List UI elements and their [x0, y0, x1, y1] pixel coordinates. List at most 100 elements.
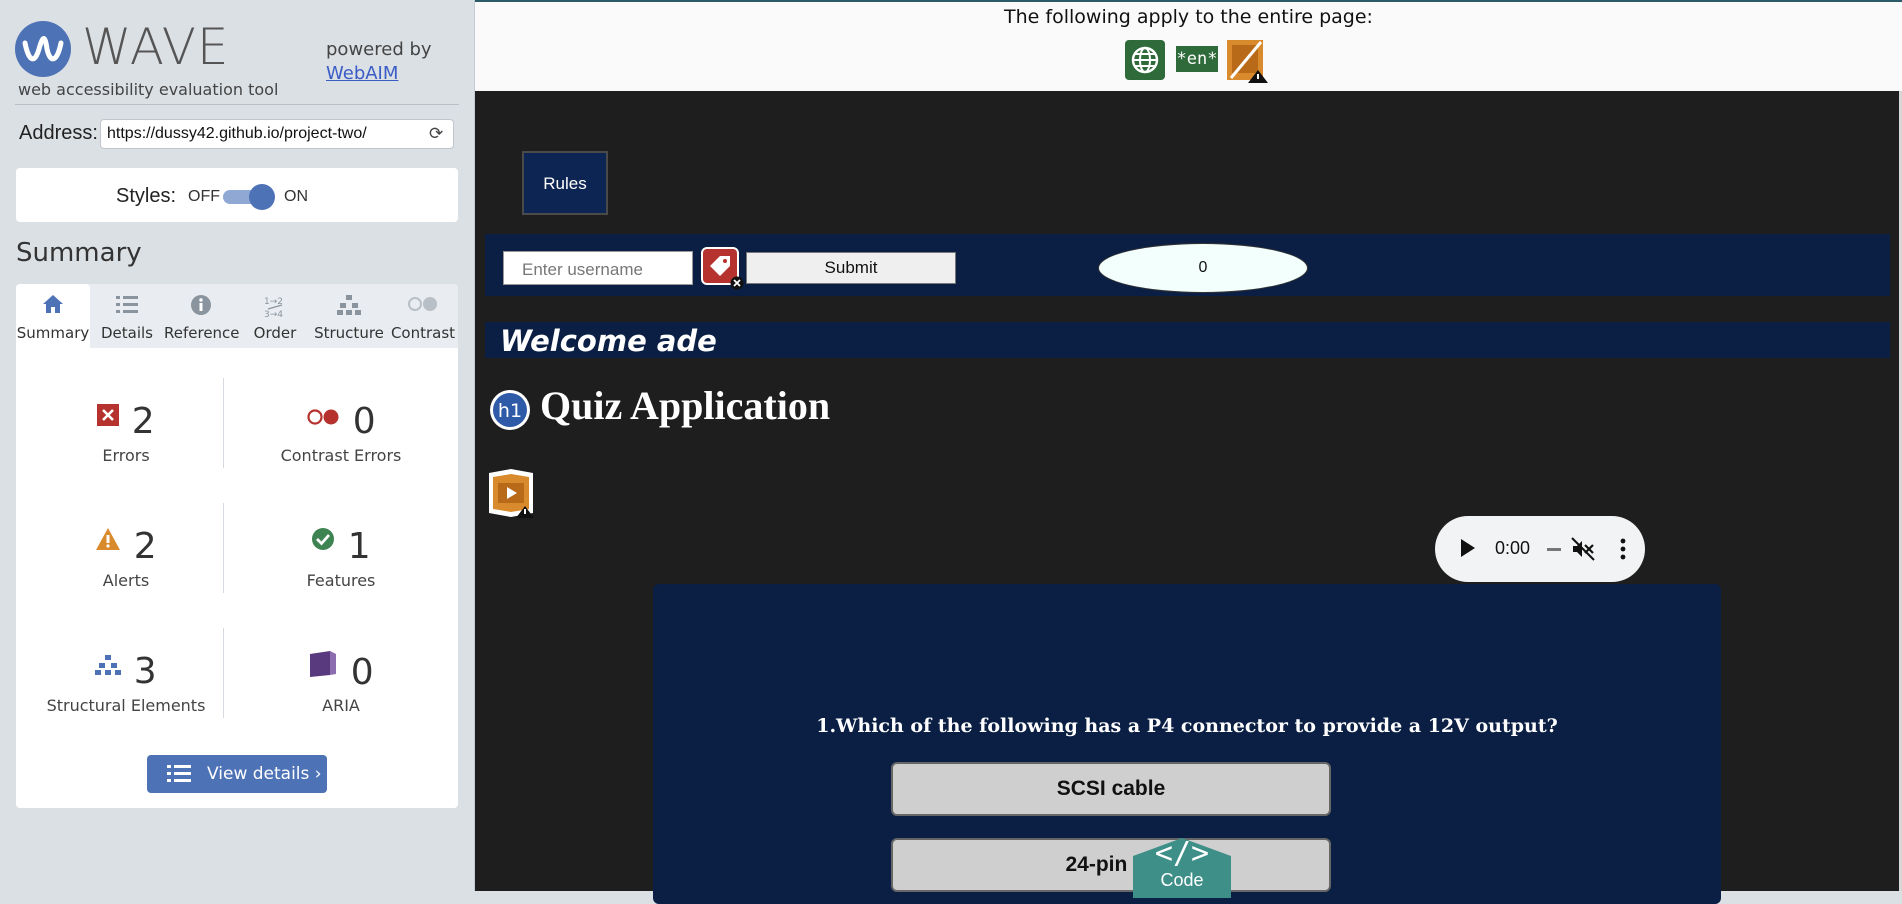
error-icon [97, 400, 120, 444]
structure-icon [312, 294, 386, 318]
stat-contrast-errors[interactable]: 0 Contrast Errors [251, 400, 431, 465]
order-icon: 1→2 3→4 [238, 294, 312, 320]
page-level-bar: The following apply to the entire page: … [475, 0, 1902, 91]
media-alert-icon[interactable] [487, 469, 537, 519]
view-details-button[interactable]: View details › [147, 755, 327, 793]
tab-label: Contrast [390, 324, 456, 342]
page-title: Quiz Application [540, 383, 831, 428]
contrast-errors-count: 0 [352, 401, 376, 442]
stat-structural-elements[interactable]: 3 Structural Elements [36, 650, 216, 715]
code-icon: </> [1154, 836, 1210, 871]
user-bar: Enter username Submit 0 [485, 234, 1890, 296]
errors-label: Errors [102, 446, 150, 465]
contrast-error-icon [306, 400, 340, 444]
wave-sidebar: WAVE web accessibility evaluation tool p… [0, 0, 475, 891]
toggle-knob [249, 184, 275, 210]
tab-reference[interactable]: Reference [164, 284, 240, 348]
language-badge[interactable]: *en* [1176, 46, 1218, 72]
aria-label: ARIA [322, 696, 360, 715]
address-label: Address: [19, 122, 98, 144]
divider [223, 503, 224, 593]
divider [223, 628, 224, 718]
page-notice: The following apply to the entire page: [1004, 6, 1373, 28]
structural-count: 3 [133, 651, 157, 692]
contrast-errors-label: Contrast Errors [280, 446, 402, 465]
welcome-text: Welcome ade [500, 324, 717, 358]
styles-off-label: OFF [188, 188, 220, 205]
no-title-alert-icon[interactable] [1225, 38, 1269, 84]
code-label: Code [1160, 870, 1204, 890]
divider [223, 378, 224, 468]
features-label: Features [306, 571, 376, 590]
wave-tabs: Summary Details Reference 1→2 3→4 Order S… [16, 284, 458, 348]
play-icon[interactable] [1461, 539, 1475, 557]
address-input[interactable]: https://dussy42.github.io/project-two/ ⟳ [100, 119, 454, 149]
styles-toggle[interactable] [223, 184, 275, 210]
summary-heading: Summary [16, 238, 142, 268]
structure-icon [95, 650, 122, 694]
username-input[interactable]: Enter username [503, 251, 693, 285]
wave-logo-word: WAVE [82, 18, 230, 76]
address-value: https://dussy42.github.io/project-two/ [107, 125, 367, 142]
tab-details[interactable]: Details [90, 284, 164, 348]
svg-text:3→4: 3→4 [264, 310, 283, 320]
structural-label: Structural Elements [46, 696, 206, 715]
alerts-label: Alerts [102, 571, 150, 590]
alerts-count: 2 [133, 526, 157, 567]
aria-icon [308, 650, 338, 696]
tab-order[interactable]: 1→2 3→4 Order [238, 284, 312, 348]
stat-alerts[interactable]: 2 Alerts [36, 525, 216, 590]
reload-icon[interactable]: ⟳ [429, 125, 447, 143]
tab-summary[interactable]: Summary [16, 284, 90, 348]
welcome-bar: Welcome ade [485, 322, 1890, 358]
list-icon [90, 294, 164, 318]
feature-check-icon [311, 525, 335, 569]
styles-card: Styles: OFF ON [16, 168, 458, 222]
aria-count: 0 [350, 652, 374, 693]
tab-label: Summary [16, 324, 90, 342]
score-display: 0 [1098, 243, 1308, 293]
audio-time: 0:00 [1495, 538, 1531, 558]
powered-by-text: powered by [326, 39, 432, 60]
wave-tagline: web accessibility evaluation tool [18, 80, 279, 99]
globe-icon[interactable] [1125, 40, 1165, 80]
errors-count: 2 [131, 401, 155, 442]
h1-badge-text: h1 [498, 400, 522, 422]
info-icon [164, 294, 238, 318]
audio-player[interactable]: 0:00 [1435, 516, 1645, 582]
stat-aria[interactable]: 0 ARIA [251, 650, 431, 715]
stat-features[interactable]: 1 Features [251, 525, 431, 590]
question-text: 1.Which of the following has a P4 connec… [816, 715, 1558, 737]
list-icon [167, 764, 191, 784]
styles-label: Styles: [116, 185, 177, 207]
more-options-icon[interactable] [1620, 537, 1626, 561]
styles-on-label: ON [284, 188, 308, 205]
answer-option[interactable]: SCSI cable [891, 762, 1331, 816]
powered-by: powered by WebAIM [326, 38, 432, 86]
missing-label-error-icon[interactable] [700, 246, 744, 290]
view-details-label: View details › [207, 764, 322, 784]
evaluated-page: The following apply to the entire page: … [475, 0, 1902, 904]
home-icon [16, 294, 90, 318]
features-count: 1 [347, 526, 371, 567]
alert-icon [95, 525, 121, 569]
contrast-icon [386, 294, 460, 318]
rules-button[interactable]: Rules [522, 151, 608, 215]
tab-contrast[interactable]: Contrast [386, 284, 460, 348]
summary-stats-card: 2 Errors 0 Contrast Errors 2 Alerts 1 Fe… [16, 348, 458, 808]
h1-structure-icon[interactable]: h1 [488, 388, 532, 432]
webaim-link[interactable]: WebAIM [326, 63, 398, 84]
stat-errors[interactable]: 2 Errors [36, 400, 216, 465]
audio-progress[interactable] [1547, 548, 1561, 551]
submit-button[interactable]: Submit [746, 252, 956, 284]
tab-label: Reference [164, 324, 240, 342]
wave-logo-icon [15, 21, 71, 77]
tab-label: Details [100, 324, 153, 342]
tab-structure[interactable]: Structure [312, 284, 386, 348]
muted-volume-icon[interactable] [1571, 537, 1595, 561]
tab-label: Order [253, 324, 297, 342]
code-toggle-button[interactable]: </> Code [1125, 836, 1239, 898]
answer-option[interactable]: 24-pin ac [891, 838, 1331, 892]
tab-label: Structure [314, 324, 384, 342]
divider [15, 104, 459, 105]
